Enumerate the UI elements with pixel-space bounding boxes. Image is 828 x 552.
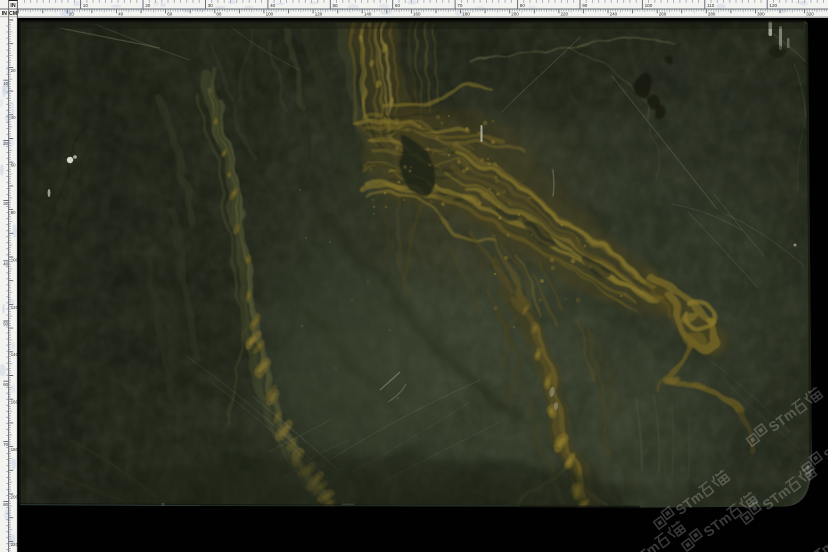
svg-text:30: 30 <box>3 201 8 206</box>
svg-text:20: 20 <box>69 11 75 16</box>
svg-text:60: 60 <box>395 3 401 8</box>
svg-text:70: 70 <box>3 442 8 447</box>
svg-text:110: 110 <box>707 3 715 8</box>
svg-text:IN: IN <box>10 3 15 9</box>
svg-text:80: 80 <box>520 3 526 8</box>
svg-text:240: 240 <box>610 11 618 16</box>
svg-text:10: 10 <box>83 3 89 8</box>
svg-text:140: 140 <box>364 11 372 16</box>
svg-text:40: 40 <box>118 11 124 16</box>
svg-text:120: 120 <box>315 11 323 16</box>
svg-text:80: 80 <box>216 11 222 16</box>
svg-text:120: 120 <box>769 3 777 8</box>
svg-text:160: 160 <box>413 11 421 16</box>
svg-text:90: 90 <box>582 3 588 8</box>
svg-text:40: 40 <box>270 3 276 8</box>
svg-text:200: 200 <box>511 11 519 16</box>
svg-text:20: 20 <box>3 141 8 146</box>
svg-text:100: 100 <box>266 11 274 16</box>
svg-text:CM: CM <box>9 11 17 17</box>
svg-text:60: 60 <box>3 382 8 387</box>
svg-text:80: 80 <box>3 502 8 507</box>
svg-text:300: 300 <box>757 11 765 16</box>
svg-text:20: 20 <box>145 3 151 8</box>
svg-text:50: 50 <box>333 3 339 8</box>
svg-text:70: 70 <box>457 3 463 8</box>
svg-text:10: 10 <box>3 81 8 86</box>
svg-text:20: 20 <box>11 68 16 73</box>
svg-text:40: 40 <box>3 261 8 266</box>
svg-text:60: 60 <box>11 163 16 168</box>
svg-text:180: 180 <box>462 11 470 16</box>
svg-text:260: 260 <box>659 11 667 16</box>
svg-text:60: 60 <box>167 11 173 16</box>
svg-text:280: 280 <box>708 11 716 16</box>
svg-text:220: 220 <box>561 11 569 16</box>
svg-text:100: 100 <box>645 3 653 8</box>
svg-text:30: 30 <box>208 3 214 8</box>
svg-text:50: 50 <box>3 322 8 327</box>
svg-text:80: 80 <box>11 210 16 215</box>
svg-text:320: 320 <box>806 11 814 16</box>
svg-text:IN: IN <box>2 11 7 17</box>
svg-text:40: 40 <box>11 115 16 120</box>
